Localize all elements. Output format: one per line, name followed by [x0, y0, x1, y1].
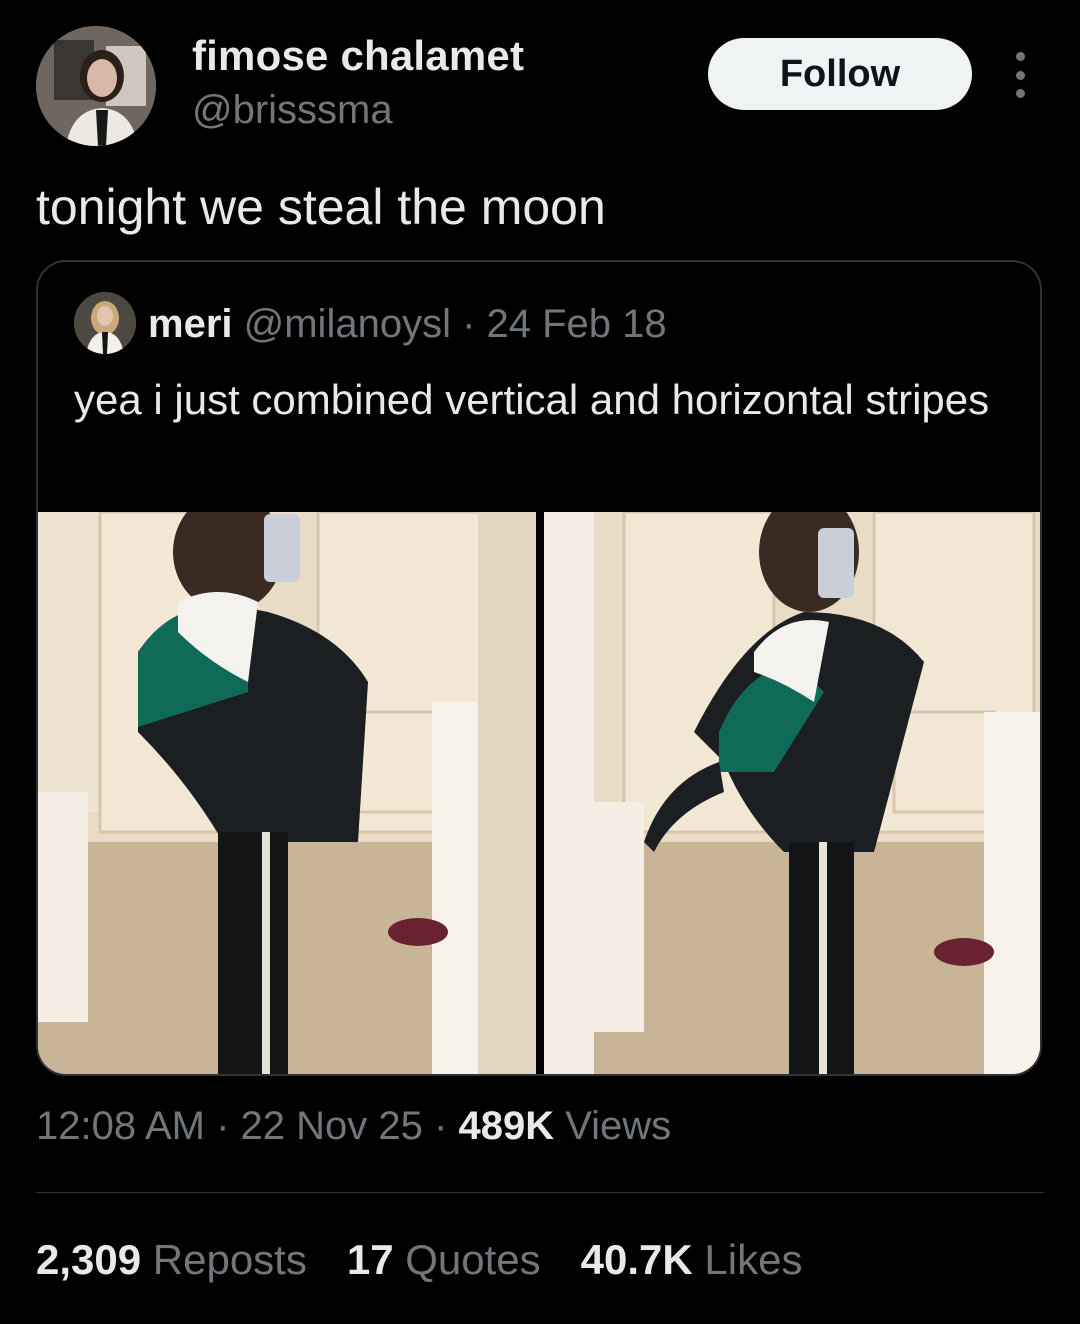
quotes-label: Quotes: [393, 1236, 541, 1283]
quoted-tweet[interactable]: meri @milanoysl · 24 Feb 18 yea i just c…: [36, 260, 1042, 1076]
follow-button[interactable]: Follow: [708, 38, 972, 110]
mirror-selfie-photo: [38, 512, 536, 1074]
tweet-time-date[interactable]: 12:08 AM · 22 Nov 25 ·: [36, 1104, 458, 1148]
more-vertical-icon[interactable]: [1004, 52, 1036, 98]
quoted-text: yea i just combined vertical and horizon…: [74, 376, 990, 423]
reposts-label: Reposts: [141, 1236, 307, 1283]
more-dot: [1015, 70, 1025, 80]
author-handle[interactable]: @brisssma: [192, 88, 393, 133]
quoted-photo-2[interactable]: [544, 512, 1040, 1074]
engagement-stats: 2,309 Reposts 17 Quotes 40.7K Likes: [36, 1236, 802, 1284]
reposts-count: 2,309: [36, 1236, 142, 1283]
more-dot: [1015, 52, 1025, 61]
avatar-image: [36, 26, 156, 146]
views-count: 489K: [458, 1104, 555, 1148]
mirror-selfie-photo: [544, 512, 1040, 1074]
likes-count: 40.7K: [580, 1236, 693, 1283]
author-avatar[interactable]: [36, 26, 156, 146]
quoted-avatar[interactable]: [74, 292, 136, 354]
tweet-timestamp: 12:08 AM · 22 Nov 25 · 489K Views: [36, 1104, 671, 1149]
quotes-stat[interactable]: 17 Quotes: [347, 1236, 541, 1284]
quoted-photo-1[interactable]: [38, 512, 536, 1074]
quoted-name[interactable]: meri: [148, 302, 233, 346]
likes-stat[interactable]: 40.7K Likes: [581, 1236, 803, 1284]
quoted-avatar-image: [74, 292, 136, 354]
quotes-count: 17: [346, 1236, 394, 1283]
author-display-name[interactable]: fimose chalamet: [192, 32, 524, 80]
quoted-meta: @milanoysl · 24 Feb 18: [243, 302, 667, 346]
divider: [36, 1192, 1044, 1193]
quoted-photos: [38, 512, 1040, 1074]
reposts-stat[interactable]: 2,309 Reposts: [36, 1236, 307, 1284]
quoted-header: meri @milanoysl · 24 Feb 18: [148, 302, 667, 347]
tweet-text: tonight we steal the moon: [36, 179, 606, 235]
views-label: Views: [554, 1104, 672, 1148]
more-dot: [1015, 89, 1025, 98]
likes-label: Likes: [692, 1236, 803, 1283]
